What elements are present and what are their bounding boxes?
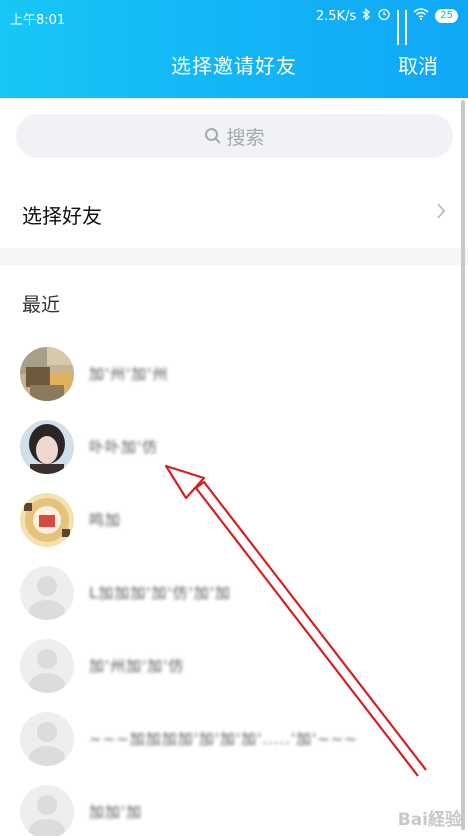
contact-name: ~~~加加加加'加'加'加'.....'加'~~~ <box>89 730 358 748</box>
contact-item[interactable]: ~~~加加加加'加'加'加'.....'加'~~~ <box>0 703 468 776</box>
search-placeholder: 搜索 <box>226 126 265 149</box>
chevron-right-icon <box>436 202 446 224</box>
section-divider <box>0 248 468 265</box>
contact-name: 加'州'加'州 <box>89 365 169 383</box>
screen: 上午8:01 2.5K/s 25 选择邀请好友 取消 搜索 选择好友 最近 加'… <box>0 0 468 836</box>
contact-item[interactable]: L加加加'加'仿'加'加 <box>0 557 468 630</box>
search-icon <box>205 128 222 144</box>
contact-name: 加加'加 <box>89 803 143 821</box>
contact-name: 卟卟加'仿 <box>89 438 159 456</box>
avatar <box>20 785 74 836</box>
avatar <box>20 493 74 547</box>
scrollbar[interactable] <box>461 100 465 830</box>
contact-name: 鸣加 <box>89 511 122 529</box>
status-icons: 2.5K/s 25 <box>315 7 458 45</box>
contact-item[interactable]: 加'州加'加'仿 <box>0 630 468 703</box>
contact-item[interactable]: 卟卟加'仿 <box>0 411 468 484</box>
contact-item[interactable]: 加'州'加'州 <box>0 338 468 411</box>
contact-item[interactable]: 鸣加 <box>0 484 468 557</box>
status-bar: 上午8:01 2.5K/s 25 <box>0 0 468 45</box>
battery-icon: 25 <box>435 9 458 23</box>
search-input[interactable]: 搜索 <box>16 114 453 158</box>
bluetooth-icon <box>362 7 371 25</box>
avatar <box>20 566 74 620</box>
alarm-icon <box>377 7 391 25</box>
avatar <box>20 712 74 766</box>
contact-name: L加加加'加'仿'加'加 <box>89 584 231 602</box>
avatar <box>20 639 74 693</box>
avatar <box>20 420 74 474</box>
cancel-button[interactable]: 取消 <box>398 50 438 79</box>
watermark: Bai経验 <box>397 810 462 830</box>
recent-header: 最近 <box>22 294 61 316</box>
contact-list: 加'州'加'州 卟卟加'仿 鸣加 L加加加'加'仿'加'加 加'州加'加'仿 ~… <box>0 338 468 836</box>
signal-icon <box>397 10 400 45</box>
network-speed: 2.5K/s <box>315 8 357 24</box>
avatar <box>20 347 74 401</box>
search-section: 搜索 <box>0 98 468 178</box>
select-friends-label: 选择好友 <box>22 204 102 228</box>
signal-icon <box>405 10 408 45</box>
header: 上午8:01 2.5K/s 25 选择邀请好友 取消 <box>0 0 468 98</box>
wifi-icon <box>413 8 429 24</box>
contact-name: 加'州加'加'仿 <box>89 657 185 675</box>
select-friends-row[interactable]: 选择好友 <box>0 178 468 248</box>
status-time: 上午8:01 <box>10 13 66 28</box>
